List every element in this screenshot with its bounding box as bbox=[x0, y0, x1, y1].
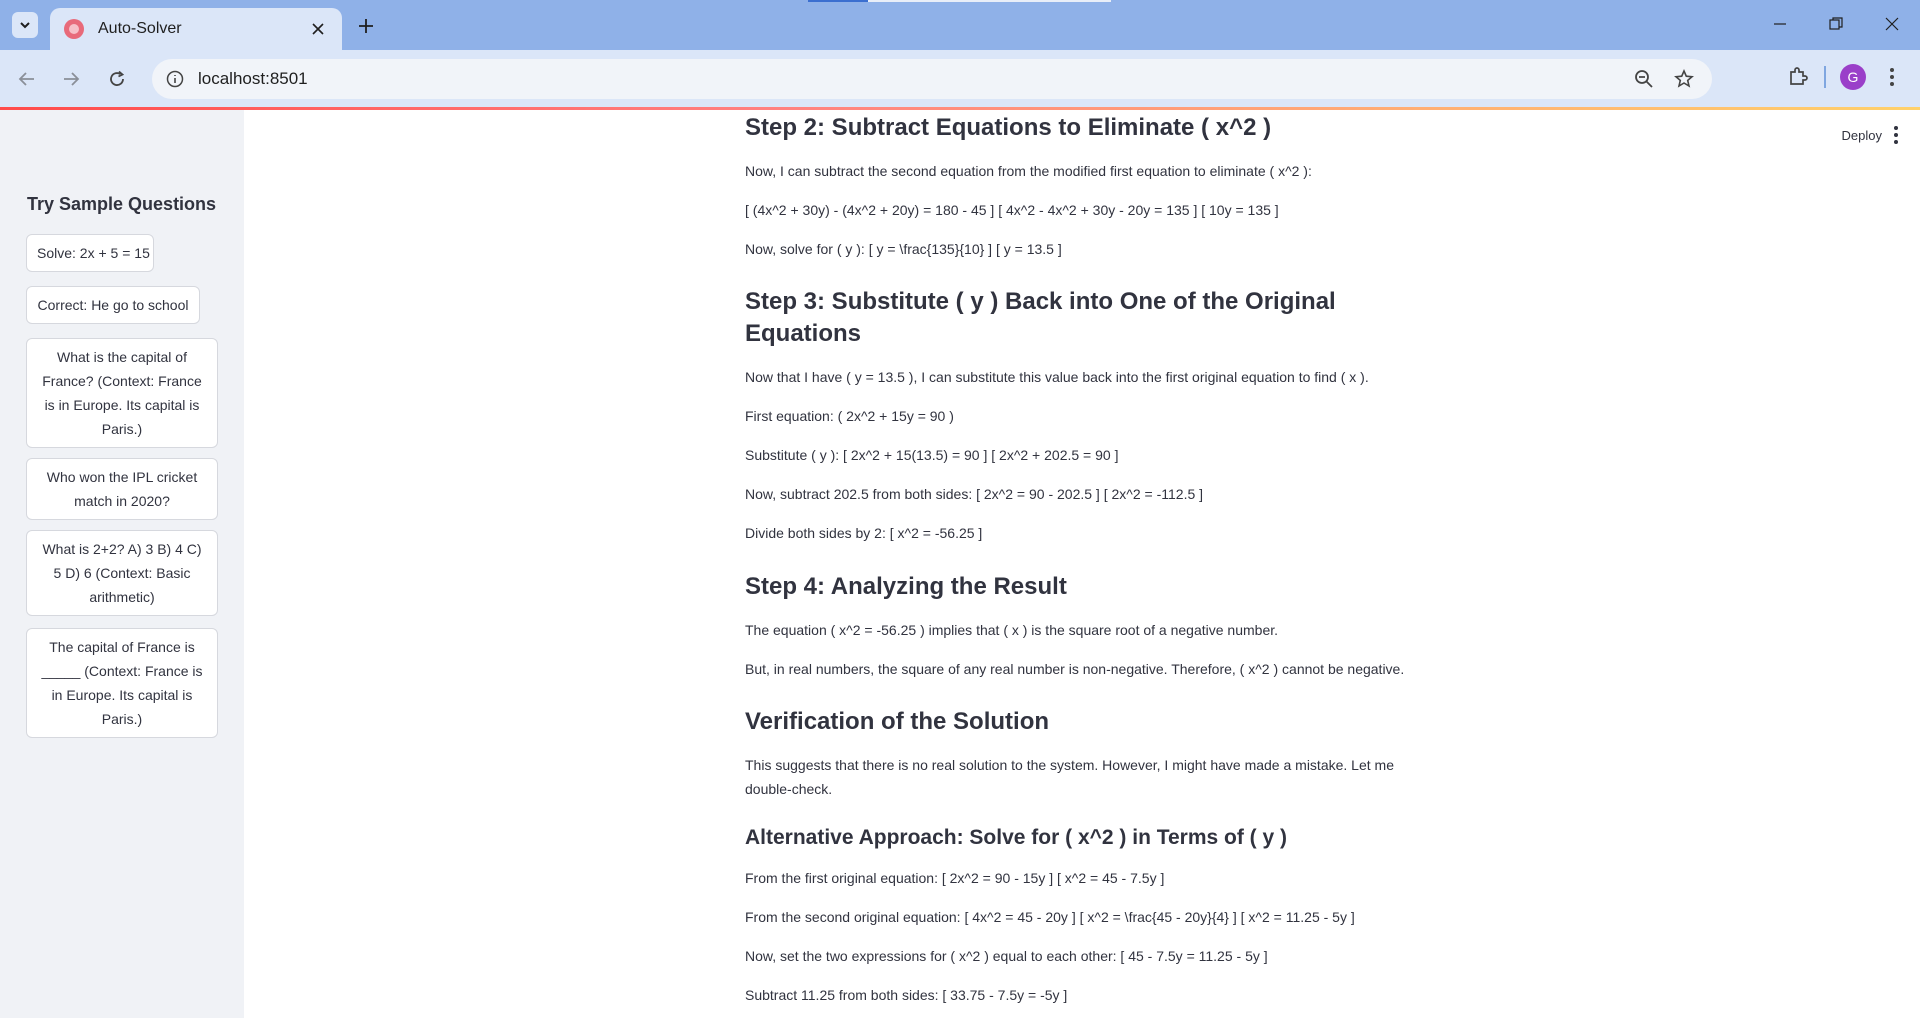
omnibox-actions bbox=[1632, 67, 1696, 91]
zoom-icon[interactable] bbox=[1632, 67, 1656, 91]
paragraph: But, in real numbers, the square of any … bbox=[745, 661, 1405, 677]
site-info-icon[interactable] bbox=[164, 68, 186, 90]
close-icon bbox=[1885, 17, 1899, 31]
sample-question-button[interactable]: Solve: 2x + 5 = 15 bbox=[26, 234, 154, 272]
paragraph: From the second original equation: [ 4x^… bbox=[745, 909, 1355, 925]
alternative-approach-heading: Alternative Approach: Solve for ( x^2 ) … bbox=[745, 826, 1288, 849]
sample-question-button[interactable]: What is 2+2? A) 3 B) 4 C) 5 D) 6 (Contex… bbox=[26, 530, 218, 616]
sample-question-button[interactable]: The capital of France is _____ (Context:… bbox=[26, 628, 218, 738]
close-icon bbox=[312, 23, 324, 35]
paragraph: First equation: ( 2x^2 + 15y = 90 ) bbox=[745, 408, 954, 424]
browser-tab[interactable]: Auto-Solver bbox=[50, 8, 342, 50]
toolbar-separator bbox=[1824, 66, 1826, 88]
window-close-button[interactable] bbox=[1864, 0, 1920, 48]
window-controls bbox=[1752, 0, 1920, 48]
toolbar-extensions: G bbox=[1786, 64, 1904, 90]
app-menu-icon[interactable] bbox=[1892, 126, 1900, 144]
restore-button[interactable] bbox=[1808, 0, 1864, 48]
deploy-button[interactable]: Deploy bbox=[1842, 128, 1882, 143]
step4-heading: Step 4: Analyzing the Result bbox=[745, 573, 1067, 600]
tab-title: Auto-Solver bbox=[98, 20, 182, 37]
sample-question-button[interactable]: Who won the IPL cricket match in 2020? bbox=[26, 458, 218, 520]
sample-question-button[interactable]: What is the capital of France? (Context:… bbox=[26, 338, 218, 448]
sample-question-button[interactable]: Correct: He go to school bbox=[26, 286, 200, 324]
sidebar-title: Try Sample Questions bbox=[27, 194, 217, 214]
minimize-icon bbox=[1774, 23, 1786, 25]
arrow-right-icon bbox=[64, 72, 80, 86]
url-text[interactable]: localhost:8501 bbox=[198, 69, 308, 89]
step3-heading: Step 3: Substitute ( y ) Back into One o… bbox=[745, 288, 1336, 347]
paragraph: Subtract 11.25 from both sides: [ 33.75 … bbox=[745, 987, 1068, 1003]
titlebar-indicator-track bbox=[868, 0, 1111, 2]
app-favicon-icon bbox=[64, 19, 84, 39]
back-button[interactable] bbox=[12, 64, 42, 94]
paragraph: Substitute ( y ): [ 2x^2 + 15(13.5) = 90… bbox=[745, 447, 1119, 463]
forward-button[interactable] bbox=[56, 64, 86, 94]
reload-icon bbox=[110, 70, 125, 86]
browser-menu-icon[interactable] bbox=[1880, 65, 1904, 89]
paragraph: This suggests that there is no real solu… bbox=[745, 757, 1394, 797]
restore-icon bbox=[1829, 17, 1843, 30]
minimize-button[interactable] bbox=[1752, 0, 1808, 48]
paragraph: Divide both sides by 2: [ x^2 = -56.25 ] bbox=[745, 525, 983, 541]
sidebar: Try Sample Questions Solve: 2x + 5 = 15 … bbox=[0, 110, 244, 1018]
paragraph: From the first original equation: [ 2x^2… bbox=[745, 870, 1165, 886]
paragraph: [ (4x^2 + 30y) - (4x^2 + 20y) = 180 - 45… bbox=[745, 202, 1279, 218]
arrow-left-icon bbox=[18, 72, 34, 86]
paragraph: Now, set the two expressions for ( x^2 )… bbox=[745, 948, 1268, 964]
tab-search-button[interactable] bbox=[12, 12, 38, 38]
verification-heading: Verification of the Solution bbox=[745, 708, 1050, 735]
tab-close-button[interactable] bbox=[308, 19, 328, 39]
browser-titlebar: Auto-Solver bbox=[0, 0, 1920, 50]
chevron-down-icon bbox=[20, 22, 30, 29]
paragraph: Now, solve for ( y ): [ y = \frac{135}{1… bbox=[745, 241, 1062, 257]
reload-button[interactable] bbox=[102, 64, 132, 94]
titlebar-indicator bbox=[808, 0, 868, 2]
profile-avatar[interactable]: G bbox=[1840, 64, 1866, 90]
paragraph: The equation ( x^2 = -56.25 ) implies th… bbox=[745, 622, 1279, 638]
address-bar[interactable]: localhost:8501 bbox=[152, 59, 1712, 99]
plus-icon bbox=[359, 19, 373, 33]
paragraph: Now, subtract 202.5 from both sides: [ 2… bbox=[745, 486, 1204, 502]
main-content: Deploy Step 2: Subtract Equations to Eli… bbox=[244, 110, 1920, 1018]
paragraph: Now, I can subtract the second equation … bbox=[745, 163, 1312, 179]
new-tab-button[interactable] bbox=[352, 12, 380, 40]
step2-heading: Step 2: Subtract Equations to Eliminate … bbox=[745, 114, 1272, 141]
browser-toolbar: localhost:8501 G bbox=[0, 50, 1920, 107]
paragraph: Now that I have ( y = 13.5 ), I can subs… bbox=[745, 369, 1369, 385]
bookmark-star-icon[interactable] bbox=[1672, 67, 1696, 91]
extensions-puzzle-icon[interactable] bbox=[1786, 65, 1810, 89]
